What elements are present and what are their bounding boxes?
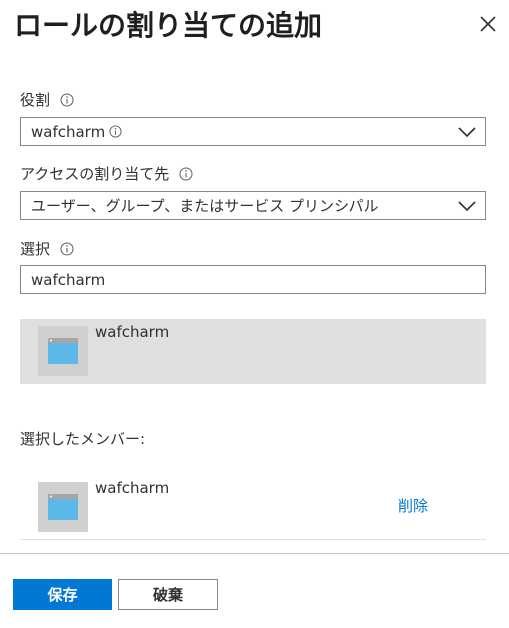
info-icon[interactable] [179, 167, 193, 181]
app-registration-icon [38, 482, 88, 532]
result-name: wafcharm [95, 323, 170, 341]
footer-divider [0, 553, 509, 554]
remove-member-link[interactable]: 削除 [398, 495, 428, 516]
role-value: wafcharm [31, 122, 106, 141]
selected-members-label: 選択したメンバー: [20, 430, 146, 448]
info-icon[interactable] [60, 242, 74, 256]
assign-access-dropdown[interactable]: ユーザー、グループ、またはサービス プリンシパル [20, 191, 486, 220]
role-dropdown[interactable]: wafcharm [20, 117, 486, 146]
discard-button[interactable]: 破棄 [118, 579, 218, 610]
close-icon[interactable] [476, 12, 500, 36]
assign-access-label-row: アクセスの割り当て先 [20, 163, 193, 184]
select-label: 選択 [20, 240, 51, 258]
select-search-input[interactable] [20, 265, 486, 294]
select-label-row: 選択 [20, 238, 74, 259]
selected-member-item: wafcharm 削除 [20, 474, 486, 540]
info-icon [109, 125, 122, 138]
add-role-assignment-panel: ロールの割り当ての追加 役割 wafcharm アクセスの割り当て先 ユーザー、… [0, 0, 509, 628]
chevron-down-icon [458, 201, 476, 212]
save-button[interactable]: 保存 [13, 579, 112, 610]
role-label: 役割 [20, 91, 51, 109]
info-icon[interactable] [60, 93, 74, 107]
app-registration-icon [38, 326, 88, 376]
assign-access-value: ユーザー、グループ、またはサービス プリンシパル [31, 197, 379, 215]
role-label-row: 役割 [20, 89, 74, 110]
search-result-item[interactable]: wafcharm [20, 319, 486, 384]
member-name: wafcharm [95, 479, 170, 497]
page-title: ロールの割り当ての追加 [14, 9, 323, 42]
chevron-down-icon [458, 127, 476, 138]
assign-access-label: アクセスの割り当て先 [20, 165, 170, 183]
